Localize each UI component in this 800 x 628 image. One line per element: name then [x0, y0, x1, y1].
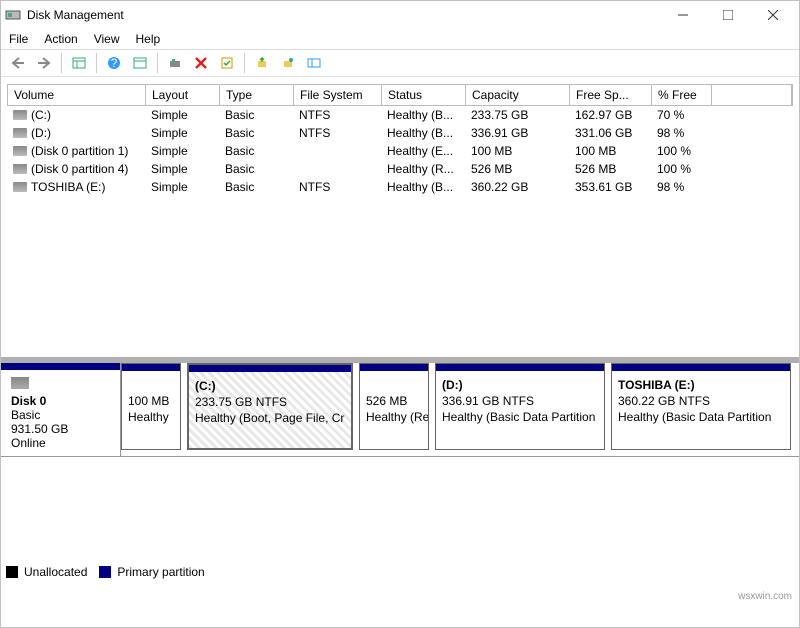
- col-spacer: [712, 85, 792, 105]
- action-button-2[interactable]: [277, 52, 299, 74]
- disk-type: Basic: [11, 408, 40, 422]
- menu-action[interactable]: Action: [44, 32, 77, 46]
- disk-size: 931.50 GB: [11, 422, 68, 436]
- disk-state: Online: [11, 436, 46, 450]
- refresh-button[interactable]: [164, 52, 186, 74]
- volume-row[interactable]: (D:)SimpleBasicNTFSHealthy (B...336.91 G…: [7, 124, 793, 142]
- titlebar: Disk Management: [1, 1, 799, 29]
- disk-label[interactable]: Disk 0 Basic 931.50 GB Online: [1, 363, 121, 456]
- partition-block[interactable]: (C:)233.75 GB NTFSHealthy (Boot, Page Fi…: [187, 363, 353, 450]
- toolbar-separator: [244, 53, 245, 73]
- partition-header-bar: [189, 365, 351, 372]
- partition-block[interactable]: TOSHIBA (E:)360.22 GB NTFSHealthy (Basic…: [611, 363, 791, 450]
- partition-header-bar: [360, 364, 428, 371]
- drive-icon: [13, 110, 27, 120]
- drive-icon: [13, 128, 27, 138]
- window-controls: [660, 1, 795, 29]
- disk-name: Disk 0: [11, 394, 46, 408]
- partition-block[interactable]: (D:)336.91 GB NTFSHealthy (Basic Data Pa…: [435, 363, 605, 450]
- volume-list-body: (C:)SimpleBasicNTFSHealthy (B...233.75 G…: [7, 106, 793, 196]
- menubar: File Action View Help: [1, 29, 799, 49]
- volume-row[interactable]: (C:)SimpleBasicNTFSHealthy (B...233.75 G…: [7, 106, 793, 124]
- minimize-button[interactable]: [660, 1, 705, 29]
- window-title: Disk Management: [27, 8, 660, 22]
- drive-icon: [13, 164, 27, 174]
- volume-row[interactable]: (Disk 0 partition 1)SimpleBasicHealthy (…: [7, 142, 793, 160]
- disk-header-bar: [1, 363, 120, 370]
- partition-block[interactable]: 526 MBHealthy (Rec: [359, 363, 429, 450]
- menu-view[interactable]: View: [94, 32, 120, 46]
- partition-header-bar: [612, 364, 790, 371]
- properties-button[interactable]: [216, 52, 238, 74]
- app-icon: [5, 7, 21, 23]
- col-free-space[interactable]: Free Sp...: [570, 85, 652, 105]
- toolbar: ?: [1, 49, 799, 77]
- disk-graphic-pane: Disk 0 Basic 931.50 GB Online 100 MBHeal…: [1, 357, 799, 577]
- partition-block[interactable]: 100 MBHealthy: [121, 363, 181, 450]
- close-button[interactable]: [750, 1, 795, 29]
- menu-help[interactable]: Help: [136, 32, 161, 46]
- col-capacity[interactable]: Capacity: [466, 85, 570, 105]
- legend-unallocated-label: Unallocated: [24, 565, 87, 579]
- toolbar-separator: [61, 53, 62, 73]
- show-hide-button[interactable]: [68, 52, 90, 74]
- volume-list-header: Volume Layout Type File System Status Ca…: [7, 84, 793, 106]
- action-button-1[interactable]: [251, 52, 273, 74]
- svg-text:?: ?: [111, 56, 118, 70]
- legend-primary-label: Primary partition: [117, 565, 204, 579]
- col-type[interactable]: Type: [220, 85, 294, 105]
- disk-icon: [11, 377, 29, 389]
- menu-file[interactable]: File: [9, 32, 28, 46]
- legend: Unallocated Primary partition: [6, 561, 205, 583]
- drive-icon: [13, 146, 27, 156]
- delete-button[interactable]: [190, 52, 212, 74]
- toolbar-separator: [96, 53, 97, 73]
- col-status[interactable]: Status: [382, 85, 466, 105]
- col-filesystem[interactable]: File System: [294, 85, 382, 105]
- partition-header-bar: [436, 364, 604, 371]
- action-button-3[interactable]: [303, 52, 325, 74]
- volume-row[interactable]: TOSHIBA (E:)SimpleBasicNTFSHealthy (B...…: [7, 178, 793, 196]
- col-percent-free[interactable]: % Free: [652, 85, 712, 105]
- partitions-container: 100 MBHealthy(C:)233.75 GB NTFSHealthy (…: [121, 363, 799, 456]
- volume-list-pane: Volume Layout Type File System Status Ca…: [1, 77, 799, 357]
- legend-primary-swatch: [99, 566, 111, 578]
- help-button[interactable]: ?: [103, 52, 125, 74]
- empty-space: [1, 457, 799, 577]
- col-layout[interactable]: Layout: [146, 85, 220, 105]
- drive-icon: [13, 182, 27, 192]
- toolbar-separator: [157, 53, 158, 73]
- disk-row: Disk 0 Basic 931.50 GB Online 100 MBHeal…: [1, 363, 799, 457]
- forward-button[interactable]: [33, 52, 55, 74]
- maximize-button[interactable]: [705, 1, 750, 29]
- back-button[interactable]: [7, 52, 29, 74]
- settings-button[interactable]: [129, 52, 151, 74]
- col-volume[interactable]: Volume: [8, 85, 146, 105]
- legend-unallocated-swatch: [6, 566, 18, 578]
- partition-header-bar: [122, 364, 180, 371]
- source-watermark: wsxwin.com: [738, 591, 792, 602]
- volume-row[interactable]: (Disk 0 partition 4)SimpleBasicHealthy (…: [7, 160, 793, 178]
